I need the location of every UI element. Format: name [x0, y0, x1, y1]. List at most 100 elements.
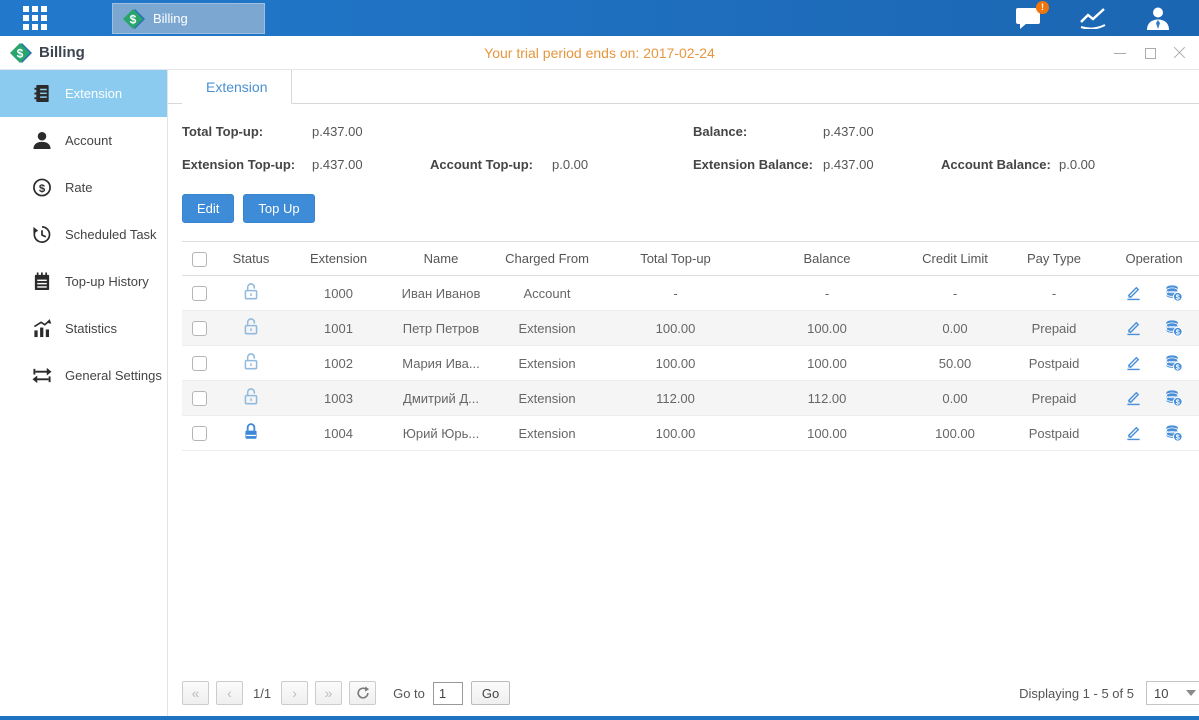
edit-pencil-icon[interactable]	[1125, 354, 1142, 371]
edit-button[interactable]: Edit	[182, 194, 234, 223]
transfer-arrows-icon	[32, 366, 52, 385]
lock-unlocked-icon	[242, 282, 260, 301]
close-icon[interactable]	[1173, 46, 1187, 60]
cell-balance: 100.00	[748, 416, 906, 451]
extension-balance-label: Extension Balance:	[693, 157, 823, 172]
next-page-button[interactable]: ›	[281, 681, 308, 705]
cell-name: Дмитрий Д...	[391, 381, 491, 416]
cell-charged-from: Extension	[491, 381, 603, 416]
lock-unlocked-icon	[242, 352, 260, 371]
refresh-button[interactable]	[349, 681, 376, 705]
first-page-button[interactable]: «	[182, 681, 209, 705]
tab-extension[interactable]: Extension	[182, 70, 292, 104]
sidebar-item-topup-history[interactable]: Top-up History	[0, 258, 167, 305]
last-page-button[interactable]: »	[315, 681, 342, 705]
lock-unlocked-icon	[242, 317, 260, 336]
svg-text:$: $	[1176, 293, 1180, 301]
sidebar-item-label: Top-up History	[65, 274, 149, 289]
sidebar-item-label: Extension	[65, 86, 122, 101]
row-checkbox[interactable]	[192, 286, 207, 301]
cell-charged-from: Extension	[491, 311, 603, 346]
col-balance: Balance	[748, 242, 906, 276]
account-topup-value: p.0.00	[552, 157, 693, 172]
cell-extension: 1004	[286, 416, 391, 451]
cell-balance: 112.00	[748, 381, 906, 416]
account-balance-label: Account Balance:	[941, 157, 1059, 172]
sidebar-item-account[interactable]: Account	[0, 117, 167, 164]
sidebar-item-scheduled-task[interactable]: Scheduled Task	[0, 211, 167, 258]
goto-page-input[interactable]	[433, 682, 463, 705]
sidebar-item-statistics[interactable]: Statistics	[0, 305, 167, 352]
taskbar-tab-billing[interactable]: $ Billing	[112, 3, 265, 34]
page-size-select[interactable]: 10	[1146, 681, 1199, 705]
row-checkbox[interactable]	[192, 356, 207, 371]
cell-credit-limit: 0.00	[906, 311, 1004, 346]
minimize-icon[interactable]	[1113, 46, 1127, 60]
account-balance-value: p.0.00	[1059, 157, 1199, 172]
extension-balance-value: p.437.00	[823, 157, 941, 172]
top-up-coins-icon[interactable]: $	[1164, 424, 1183, 442]
trial-notice: Your trial period ends on: 2017-02-24	[0, 45, 1199, 61]
col-pay-type: Pay Type	[1004, 242, 1104, 276]
top-up-coins-icon[interactable]: $	[1164, 284, 1183, 302]
account-topup-label: Account Top-up:	[430, 157, 552, 172]
edit-pencil-icon[interactable]	[1125, 389, 1142, 406]
maximize-icon[interactable]	[1143, 46, 1157, 60]
cell-name: Мария Ива...	[391, 346, 491, 381]
sidebar-item-general-settings[interactable]: General Settings	[0, 352, 167, 399]
extension-table: Status Extension Name Charged From Total…	[182, 241, 1199, 451]
resource-monitor-icon[interactable]	[1079, 7, 1107, 29]
edit-pencil-icon[interactable]	[1125, 284, 1142, 301]
cell-credit-limit: 0.00	[906, 381, 1004, 416]
notepad-icon	[32, 272, 52, 291]
cell-credit-limit: 100.00	[906, 416, 1004, 451]
lock-unlocked-icon	[242, 387, 260, 406]
cell-charged-from: Extension	[491, 416, 603, 451]
user-account-icon[interactable]	[1145, 6, 1171, 30]
cell-pay-type: Postpaid	[1004, 346, 1104, 381]
page-size-value: 10	[1154, 686, 1168, 701]
svg-text:$: $	[39, 183, 46, 195]
total-topup-value: p.437.00	[312, 124, 430, 139]
sidebar-item-extension[interactable]: Extension	[0, 70, 167, 117]
clock-icon	[32, 225, 52, 244]
row-checkbox[interactable]	[192, 391, 207, 406]
cell-credit-limit: -	[906, 276, 1004, 311]
top-up-coins-icon[interactable]: $	[1164, 354, 1183, 372]
top-up-coins-icon[interactable]: $	[1164, 389, 1183, 407]
sidebar-item-label: Statistics	[65, 321, 117, 336]
svg-text:$: $	[1176, 363, 1180, 371]
cell-charged-from: Account	[491, 276, 603, 311]
row-checkbox[interactable]	[192, 426, 207, 441]
cell-credit-limit: 50.00	[906, 346, 1004, 381]
bar-chart-icon	[32, 319, 52, 338]
table-row: 1001 Петр Петров Extension 100.00 100.00…	[182, 311, 1199, 346]
sidebar-item-rate[interactable]: $ Rate	[0, 164, 167, 211]
window-title-group: $ Billing	[0, 42, 85, 64]
prev-page-button[interactable]: ‹	[216, 681, 243, 705]
refresh-icon	[356, 686, 370, 700]
edit-pencil-icon[interactable]	[1125, 319, 1142, 336]
chevron-down-icon	[1186, 690, 1196, 696]
lock-locked-icon	[242, 422, 260, 441]
displaying-range-text: Displaying 1 - 5 of 5	[1019, 686, 1134, 701]
svg-text:$: $	[1176, 398, 1180, 406]
cell-pay-type: Prepaid	[1004, 311, 1104, 346]
tab-strip: Extension	[168, 70, 1199, 104]
ledger-icon	[32, 84, 52, 103]
table-row: 1003 Дмитрий Д... Extension 112.00 112.0…	[182, 381, 1199, 416]
chat-bubble-icon[interactable]: !	[1015, 7, 1041, 29]
cell-extension: 1003	[286, 381, 391, 416]
svg-text:$: $	[1176, 433, 1180, 441]
cell-pay-type: Prepaid	[1004, 381, 1104, 416]
cell-balance: 100.00	[748, 311, 906, 346]
edit-pencil-icon[interactable]	[1125, 424, 1142, 441]
top-up-button[interactable]: Top Up	[243, 194, 314, 223]
go-button[interactable]: Go	[471, 681, 510, 705]
top-up-coins-icon[interactable]: $	[1164, 319, 1183, 337]
billing-dollar-diamond-icon: $	[10, 42, 32, 64]
page-indicator: 1/1	[253, 686, 271, 701]
row-checkbox[interactable]	[192, 321, 207, 336]
apps-grid-icon[interactable]	[0, 0, 70, 36]
select-all-checkbox[interactable]	[192, 252, 207, 267]
